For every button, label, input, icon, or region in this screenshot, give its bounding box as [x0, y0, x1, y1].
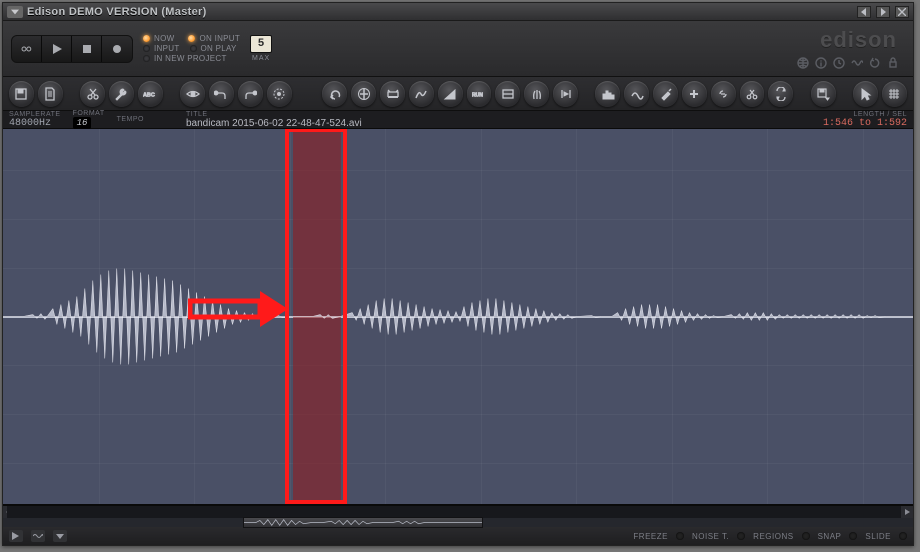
status-dropdown-button[interactable]	[53, 530, 67, 542]
toolbar: ABC RUN	[3, 77, 913, 111]
titlebar-next-button[interactable]	[876, 6, 890, 18]
tool-disk[interactable]	[9, 81, 34, 107]
tool-fade[interactable]	[438, 81, 463, 107]
status-wave-button[interactable]	[31, 530, 45, 542]
info-bar: SAMPLERATE 48000Hz FORMAT 16 TEMPO TITLE…	[3, 111, 913, 129]
wave-mini-icon[interactable]	[851, 57, 863, 69]
radio-on-input[interactable]	[188, 35, 195, 42]
tool-loop-sel[interactable]	[380, 81, 405, 107]
max-value[interactable]: 5	[250, 35, 272, 53]
rotate-icon[interactable]	[869, 57, 881, 69]
tool-file[interactable]	[38, 81, 63, 107]
radio-on-play[interactable]	[190, 45, 197, 52]
waveform-path	[3, 129, 913, 504]
record-mode-radios: NOW ON INPUT INPUT ON PLAY IN NEW PROJEC…	[143, 34, 240, 63]
overview-strip	[3, 505, 913, 527]
radio-new-project[interactable]	[143, 55, 150, 62]
snap-toggle[interactable]	[849, 532, 857, 540]
view-mini-icons	[797, 57, 899, 69]
scroll-right-button[interactable]	[901, 506, 913, 518]
tool-plus[interactable]	[682, 81, 707, 107]
window-title: Edison DEMO VERSION (Master)	[27, 6, 207, 18]
tool-run[interactable]: RUN	[467, 81, 492, 107]
tool-swap[interactable]	[768, 81, 793, 107]
tool-eq[interactable]	[624, 81, 649, 107]
tool-target[interactable]	[267, 81, 292, 107]
svg-text:ABC: ABC	[143, 92, 155, 98]
record-button[interactable]	[102, 36, 132, 62]
titlebar-menu-dropdown[interactable]	[7, 6, 23, 18]
tool-cursor[interactable]	[853, 81, 878, 107]
status-bar: FREEZE NOISE T. REGIONS SNAP SLIDE	[3, 527, 913, 545]
tool-save-dropdown[interactable]	[811, 81, 836, 107]
tool-envelope[interactable]	[409, 81, 434, 107]
info-icon[interactable]	[815, 57, 827, 69]
close-button[interactable]	[895, 6, 909, 18]
tool-eye[interactable]	[180, 81, 205, 107]
tool-gate[interactable]	[495, 81, 520, 107]
tool-play-region[interactable]	[553, 81, 578, 107]
tempo-field: TEMPO	[117, 116, 144, 123]
tool-spectrum[interactable]	[595, 81, 620, 107]
slide-toggle[interactable]	[899, 532, 907, 540]
titlebar[interactable]: Edison DEMO VERSION (Master)	[3, 3, 913, 21]
title-field: TITLE bandicam 2015-06-02 22-48-47-524.a…	[186, 111, 362, 129]
tool-scissors[interactable]	[80, 81, 105, 107]
samplerate-field: SAMPLERATE 48000Hz	[9, 111, 61, 129]
radio-now[interactable]	[143, 35, 150, 42]
transport-group	[11, 35, 133, 63]
tool-redo[interactable]	[351, 81, 376, 107]
tool-undo[interactable]	[322, 81, 347, 107]
tool-claw[interactable]	[524, 81, 549, 107]
tool-link[interactable]	[711, 81, 736, 107]
tool-horn-left[interactable]	[209, 81, 234, 107]
lock-icon[interactable]	[887, 57, 899, 69]
titlebar-prev-button[interactable]	[857, 6, 871, 18]
svg-text:RUN: RUN	[472, 92, 483, 98]
status-play-button[interactable]	[9, 530, 23, 542]
tool-scissors2[interactable]	[740, 81, 765, 107]
globe-icon[interactable]	[797, 57, 809, 69]
control-strip: NOW ON INPUT INPUT ON PLAY IN NEW PROJEC…	[3, 21, 913, 77]
tool-horn-right[interactable]	[238, 81, 263, 107]
radio-input[interactable]	[143, 45, 150, 52]
brand-logo: edison	[820, 27, 897, 53]
waveform-display[interactable]	[3, 129, 913, 505]
regions-toggle[interactable]	[802, 532, 810, 540]
overview-thumbnail[interactable]	[243, 517, 483, 528]
stop-button[interactable]	[72, 36, 102, 62]
edison-window: Edison DEMO VERSION (Master) NOW ON INPU…	[2, 2, 914, 546]
tool-grid[interactable]	[882, 81, 907, 107]
tool-brush[interactable]	[653, 81, 678, 107]
max-indicator: 5 MAX	[250, 35, 272, 62]
format-field: FORMAT 16	[73, 110, 105, 129]
noise-toggle[interactable]	[737, 532, 745, 540]
play-button[interactable]	[42, 36, 72, 62]
freeze-toggle[interactable]	[676, 532, 684, 540]
selection-field: LENGTH / SEL 1:546 to 1:592	[823, 111, 907, 129]
tool-wrench[interactable]	[109, 81, 134, 107]
tool-abc[interactable]: ABC	[138, 81, 163, 107]
loop-button[interactable]	[12, 36, 42, 62]
clock-icon[interactable]	[833, 57, 845, 69]
